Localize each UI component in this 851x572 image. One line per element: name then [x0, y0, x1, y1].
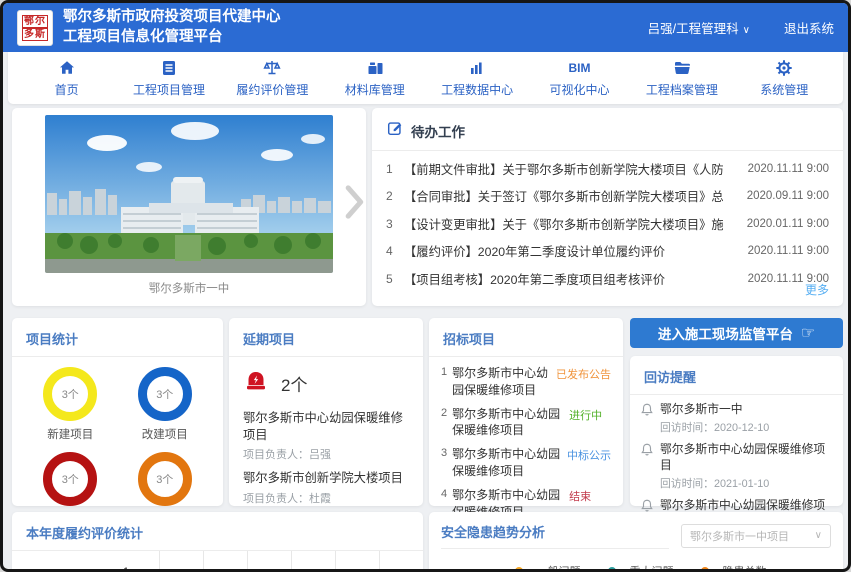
- legend-item: 一般问题: [506, 563, 581, 572]
- line-marker-icon: [692, 567, 718, 572]
- nav-item-archive-management[interactable]: 工程档案管理: [646, 58, 718, 98]
- chevron-down-icon: ∨: [815, 530, 822, 541]
- project-carousel-card: 鄂尔多斯市一中: [12, 108, 366, 306]
- todo-title: 待办工作: [411, 121, 465, 141]
- todo-card: 待办工作 1 【前期文件审批】关于鄂尔多斯市创新学院大楼项目《人防手续》的申请 …: [372, 108, 843, 306]
- todo-item[interactable]: 4 【履约评价】2020年第二季度设计单位履约评价 2020.11.11 9:0…: [386, 238, 829, 266]
- hazard-title: 安全隐患趋势分析: [441, 525, 545, 540]
- revisit-item: 鄂尔多斯市一中 回访时间：2020-12-10: [630, 395, 843, 435]
- project-select-dropdown[interactable]: 鄂尔多斯市一中项目 ∨: [681, 524, 831, 548]
- gear-icon: [774, 58, 794, 78]
- status-badge: 中标公示: [567, 446, 611, 480]
- nav-item-performance-evaluation[interactable]: 履约评价管理: [236, 58, 308, 98]
- performance-chart: 造价咨询 1 4 5: [12, 551, 423, 572]
- warehouse-icon: [365, 58, 385, 78]
- main-nav: 首页 工程项目管理 履约评价管理 材料库管理 工程数据中心: [8, 52, 843, 104]
- app-logo: 鄂尔 多斯: [17, 10, 53, 46]
- legend-item: 隐患总数: [692, 563, 767, 572]
- revisit-reminder-card: 回访提醒 鄂尔多斯市一中 回访时间：2020-12-10 鄂尔多斯市中心幼园保暖…: [630, 356, 843, 506]
- stat-ring: 3个: [43, 452, 97, 506]
- delayed-count: 2个: [281, 371, 307, 396]
- home-icon: [57, 58, 77, 78]
- nav-item-system-settings[interactable]: 系统管理: [749, 58, 819, 98]
- nav-item-bim-center[interactable]: BIM 可视化中心: [545, 58, 615, 98]
- delayed-projects-card: 延期项目 2个 鄂尔多斯市中心幼园保暖维修项目 项目负责人：吕强 鄂尔多斯市创新…: [229, 318, 423, 506]
- bar-chart-icon: [467, 58, 487, 78]
- stat-ring: 3个: [138, 452, 192, 506]
- bell-icon: [640, 402, 654, 435]
- revisit-title: 回访提醒: [644, 367, 696, 386]
- nav-item-home[interactable]: 首页: [32, 58, 102, 98]
- edit-icon: [386, 119, 404, 142]
- chevron-right-icon: [344, 182, 364, 222]
- todo-item[interactable]: 2 【合同审批】关于签订《鄂尔多斯市创新学院大楼项目》总包合同的申请 2020.…: [386, 183, 829, 211]
- performance-stats-card: 本年度履约评价统计 造价咨询 1 4 5: [12, 512, 423, 572]
- todo-item[interactable]: 3 【设计变更审批】关于《鄂尔多斯市创新学院大楼项目》施工图变更的申请 2020…: [386, 210, 829, 238]
- bim-icon: BIM: [569, 58, 591, 78]
- scale-icon: [262, 58, 282, 78]
- status-badge: 已发布公告: [556, 365, 611, 399]
- todo-item[interactable]: 1 【前期文件审批】关于鄂尔多斯市创新学院大楼项目《人防手续》的申请 2020.…: [386, 155, 829, 183]
- nav-item-project-management[interactable]: 工程项目管理: [133, 58, 205, 98]
- line-marker-icon: [506, 567, 532, 572]
- photo-caption: 鄂尔多斯市一中: [12, 280, 366, 296]
- stat-ring: 3个: [138, 367, 192, 421]
- bidding-projects-card: 招标项目 1 鄂尔多斯市中心幼园保暖维修项目 已发布公告 2 鄂尔多斯市中心幼园…: [429, 318, 623, 506]
- bell-icon: [640, 442, 654, 491]
- app-title-line1: 鄂尔多斯市政府投资项目代建中心: [63, 8, 281, 28]
- site-supervision-button[interactable]: 进入施工现场监管平台 ☞: [630, 318, 843, 348]
- nav-item-data-center[interactable]: 工程数据中心: [441, 58, 513, 98]
- todo-item[interactable]: 5 【项目组考核】2020年第二季度项目组考核评价 2020.11.11 9:0…: [386, 265, 829, 293]
- revisit-item: 鄂尔多斯市中心幼园保暖维修项目 回访时间：2021-01-10: [630, 435, 843, 491]
- top-header: 鄂尔 多斯 鄂尔多斯市政府投资项目代建中心 工程项目信息化管理平台 吕强/工程管…: [3, 3, 848, 52]
- logo-seal-text: 多斯: [22, 28, 48, 41]
- legend-item: 重大问题: [599, 563, 674, 572]
- project-stats-title: 项目统计: [26, 329, 78, 348]
- line-marker-icon: [599, 567, 625, 572]
- pointing-hand-icon: ☞: [801, 323, 815, 343]
- nav-item-material-library[interactable]: 材料库管理: [340, 58, 410, 98]
- alarm-icon: [243, 369, 269, 398]
- chevron-down-icon: ∨: [743, 25, 750, 36]
- stat-ring: 3个: [43, 367, 97, 421]
- todo-more-link[interactable]: 更多: [805, 281, 829, 298]
- bidding-item[interactable]: 3 鄂尔多斯市中心幼园保暖维修项目 中标公示: [441, 446, 611, 480]
- user-name: 吕强/工程管理科: [648, 22, 739, 36]
- app-window: 鄂尔 多斯 鄂尔多斯市政府投资项目代建中心 工程项目信息化管理平台 吕强/工程管…: [0, 0, 851, 572]
- status-badge: 进行中: [569, 406, 602, 440]
- bidding-item[interactable]: 2 鄂尔多斯市中心幼园保暖维修项目 进行中: [441, 406, 611, 440]
- carousel-next-button[interactable]: [343, 180, 365, 224]
- project-photo: [45, 115, 333, 273]
- list-icon: [159, 58, 179, 78]
- user-menu[interactable]: 吕强/工程管理科 ∨: [648, 18, 750, 37]
- chart-legend: 一般问题 重大问题 隐患总数: [429, 563, 843, 572]
- stat-rebuild-projects: 3个 改建项目: [121, 367, 210, 442]
- bidding-item[interactable]: 1 鄂尔多斯市中心幼园保暖维修项目 已发布公告: [441, 365, 611, 399]
- logo-seal-text: 鄂尔: [22, 15, 48, 28]
- todo-list: 1 【前期文件审批】关于鄂尔多斯市创新学院大楼项目《人防手续》的申请 2020.…: [372, 151, 843, 293]
- app-title-line2: 工程项目信息化管理平台: [63, 28, 281, 48]
- app-title: 鄂尔多斯市政府投资项目代建中心 工程项目信息化管理平台: [63, 8, 281, 47]
- delayed-title: 延期项目: [243, 329, 295, 348]
- hazard-trend-card: 安全隐患趋势分析 鄂尔多斯市一中项目 ∨ 一般问题 重大问题 隐患总数 25: [429, 512, 843, 572]
- performance-title: 本年度履约评价统计: [26, 523, 143, 542]
- chart-value-label: 1: [124, 567, 129, 572]
- delayed-item: 鄂尔多斯市创新学院大楼项目 项目负责人：杜霞: [229, 464, 423, 508]
- folder-icon: [672, 58, 692, 78]
- chart-category-label: 造价咨询: [12, 565, 108, 572]
- bidding-title: 招标项目: [443, 329, 495, 348]
- delayed-item: 鄂尔多斯市中心幼园保暖维修项目 项目负责人：吕强: [229, 404, 423, 464]
- stat-new-projects: 3个 新建项目: [26, 367, 115, 442]
- project-stats-card: 项目统计 3个 新建项目 3个 改建项目 3个 扩建项目 3个 维修项目: [12, 318, 223, 506]
- logout-link[interactable]: 退出系统: [784, 18, 834, 37]
